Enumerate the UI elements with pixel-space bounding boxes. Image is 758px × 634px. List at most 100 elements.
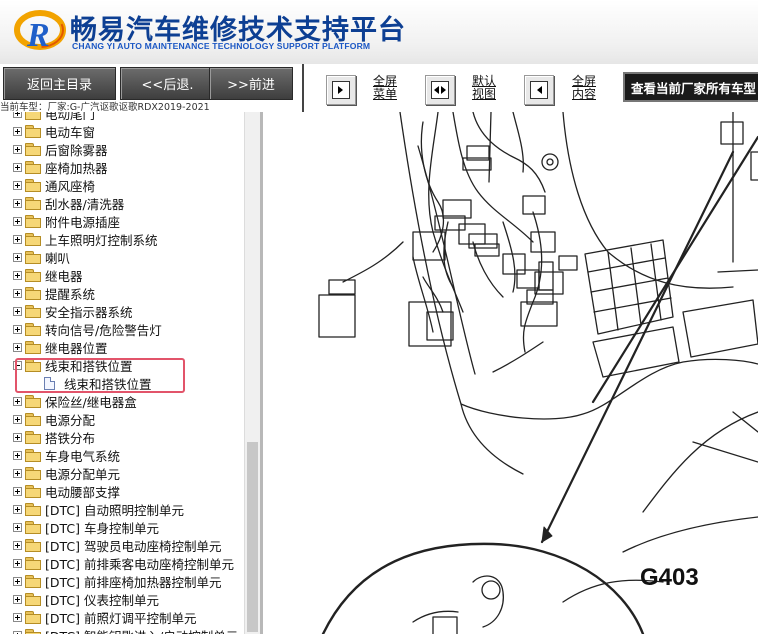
expand-icon[interactable]	[13, 216, 22, 226]
tree-item-label: 后窗除雾器	[45, 142, 108, 158]
expand-icon[interactable]	[13, 234, 22, 244]
default-view-link[interactable]: 默认 视图	[466, 75, 502, 101]
expand-icon[interactable]	[13, 414, 22, 424]
current-model-text: 当前车型：厂家:G-广汽讴歌讴歌RDX2019-2021	[0, 102, 210, 113]
expand-icon[interactable]	[13, 522, 22, 532]
tree-folder-item[interactable]: 电动车窗	[0, 122, 95, 140]
tree-folder-item[interactable]: 转向信号/危险警告灯	[0, 320, 162, 338]
folder-icon	[25, 611, 41, 624]
folder-icon	[25, 449, 41, 462]
tree-folder-item[interactable]: [DTC] 仪表控制单元	[0, 590, 159, 608]
folder-icon	[25, 341, 41, 354]
folder-icon	[25, 629, 41, 634]
tree-folder-item[interactable]: 电动尾门	[0, 112, 95, 122]
tree-folder-item[interactable]: 继电器	[0, 266, 83, 284]
expand-icon[interactable]	[13, 594, 22, 604]
tree-folder-item[interactable]: 附件电源插座	[0, 212, 120, 230]
tree-folder-item[interactable]: [DTC] 前排乘客电动座椅控制单元	[0, 554, 234, 572]
tree-item-label: [DTC] 驾驶员电动座椅控制单元	[45, 538, 222, 554]
fullscreen-menu-link[interactable]: 全屏 菜单	[367, 75, 403, 101]
tree-scrollbar-thumb[interactable]	[247, 442, 258, 632]
tree-folder-item[interactable]: 电动腰部支撑	[0, 482, 120, 500]
tree-item-label: 电源分配	[45, 412, 96, 428]
home-button[interactable]: 返回主目录	[3, 67, 116, 100]
tree-folder-item[interactable]: [DTC] 前照灯调平控制单元	[0, 608, 196, 626]
expand-icon[interactable]	[13, 198, 22, 208]
harness-ground-illustration	[318, 112, 758, 634]
tree-folder-item[interactable]: 电源分配	[0, 410, 95, 428]
folder-icon	[25, 287, 41, 300]
expand-icon[interactable]	[13, 270, 22, 280]
tree-folder-item[interactable]: [DTC] 前排座椅加热器控制单元	[0, 572, 221, 590]
expand-icon[interactable]	[13, 630, 22, 634]
tree-folder-item[interactable]: 通风座椅	[0, 176, 95, 194]
tree-item-label: 附件电源插座	[45, 214, 121, 230]
folder-icon	[25, 521, 41, 534]
folder-icon	[25, 431, 41, 444]
tree-item-label: 提醒系统	[45, 286, 96, 302]
tree-folder-item[interactable]: [DTC] 车身控制单元	[0, 518, 159, 536]
tree-folder-item[interactable]: 后窗除雾器	[0, 140, 108, 158]
folder-icon	[25, 197, 41, 210]
folder-icon	[25, 593, 41, 606]
tree-folder-item[interactable]: [DTC] 自动照明控制单元	[0, 500, 184, 518]
expand-icon[interactable]	[13, 342, 22, 352]
tree-item-label: [DTC] 前照灯调平控制单元	[45, 610, 197, 626]
fullscreen-menu-icon[interactable]	[326, 75, 356, 105]
expand-icon[interactable]	[13, 180, 22, 190]
expand-icon[interactable]	[13, 540, 22, 550]
expand-icon[interactable]	[13, 468, 22, 478]
expand-icon[interactable]	[13, 612, 22, 622]
ground-point-label: G403	[640, 564, 699, 591]
tree-item-label: 安全指示器系统	[45, 304, 133, 320]
svg-text:R: R	[26, 17, 50, 54]
tree-folder-item[interactable]: 安全指示器系统	[0, 302, 133, 320]
folder-icon	[25, 251, 41, 264]
tree-folder-item[interactable]: 电源分配单元	[0, 464, 120, 482]
default-view-icon[interactable]	[425, 75, 455, 105]
expand-icon[interactable]	[13, 576, 22, 586]
folder-icon	[25, 143, 41, 156]
tree-folder-item[interactable]: [DTC] 智能钥匙进入/启动控制单元	[0, 626, 238, 634]
expand-icon[interactable]	[13, 162, 22, 172]
tree-item-label: [DTC] 仪表控制单元	[45, 592, 159, 608]
expand-icon[interactable]	[13, 432, 22, 442]
view-all-models-button[interactable]: 查看当前厂家所有车型	[623, 72, 758, 102]
tree-folder-item[interactable]: 继电器位置	[0, 338, 108, 356]
tree-folder-item[interactable]: [DTC] 驾驶员电动座椅控制单元	[0, 536, 221, 554]
tree-item-label: 上车照明灯控制系统	[45, 232, 158, 248]
expand-icon[interactable]	[13, 288, 22, 298]
tree-folder-item[interactable]: 车身电气系统	[0, 446, 120, 464]
tree-item-label: [DTC] 前排乘客电动座椅控制单元	[45, 556, 234, 572]
tree-item-label: 继电器位置	[45, 340, 108, 356]
tree-folder-item[interactable]: 搭铁分布	[0, 428, 95, 446]
back-button[interactable]: <<后退.	[120, 67, 215, 100]
expand-icon[interactable]	[13, 144, 22, 154]
tree-folder-item[interactable]: 提醒系统	[0, 284, 95, 302]
tree-folder-item[interactable]: 保险丝/继电器盒	[0, 392, 137, 410]
folder-icon	[25, 125, 41, 138]
expand-icon[interactable]	[13, 486, 22, 496]
folder-icon	[25, 179, 41, 192]
expand-icon[interactable]	[13, 324, 22, 334]
expand-icon[interactable]	[13, 504, 22, 514]
folder-icon	[25, 503, 41, 516]
expand-icon[interactable]	[13, 396, 22, 406]
tree-scrollbar[interactable]	[244, 112, 261, 634]
expand-icon[interactable]	[13, 558, 22, 568]
fullscreen-content-link[interactable]: 全屏 内容	[566, 75, 602, 101]
tree-item-label: [DTC] 车身控制单元	[45, 520, 159, 536]
expand-icon[interactable]	[13, 450, 22, 460]
forward-button[interactable]: >>前进	[209, 67, 293, 100]
folder-icon	[25, 215, 41, 228]
tree-item-label: 电动腰部支撑	[45, 484, 121, 500]
expand-icon[interactable]	[13, 252, 22, 262]
expand-icon[interactable]	[13, 126, 22, 136]
tree-folder-item[interactable]: 座椅加热器	[0, 158, 108, 176]
tree-item-label: [DTC] 智能钥匙进入/启动控制单元	[45, 626, 238, 634]
expand-icon[interactable]	[13, 306, 22, 316]
tree-folder-item[interactable]: 上车照明灯控制系统	[0, 230, 158, 248]
tree-folder-item[interactable]: 喇叭	[0, 248, 70, 266]
tree-folder-item[interactable]: 刮水器/清洗器	[0, 194, 124, 212]
fullscreen-content-icon[interactable]	[524, 75, 554, 105]
